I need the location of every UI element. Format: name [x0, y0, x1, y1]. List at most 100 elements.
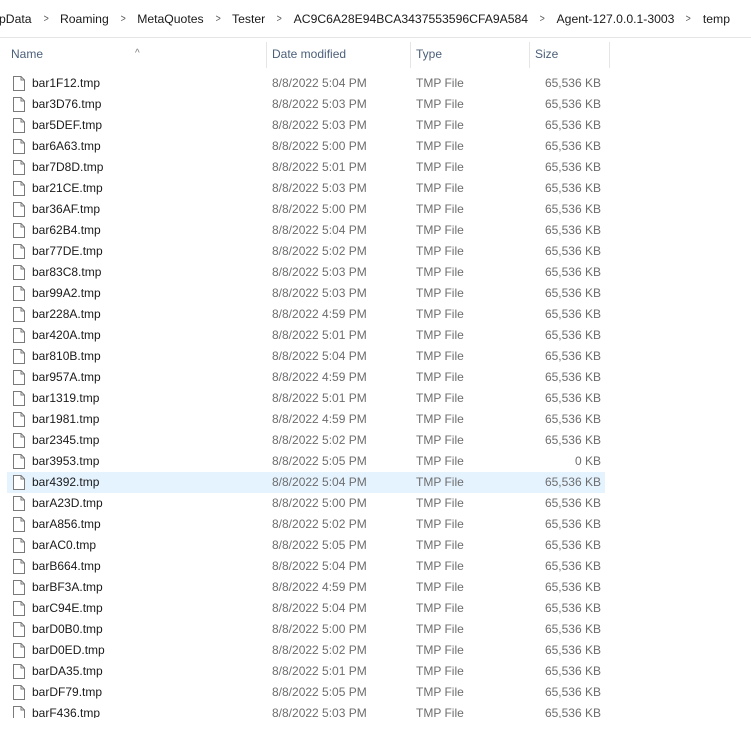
file-type: TMP File: [416, 118, 464, 132]
file-type: TMP File: [416, 223, 464, 237]
breadcrumb-item[interactable]: MetaQuotes: [135, 12, 205, 26]
file-type: TMP File: [416, 286, 464, 300]
file-row[interactable]: barC94E.tmp 8/8/2022 5:04 PM TMP File 65,53…: [7, 598, 605, 619]
file-size: 65,536 KB: [544, 307, 601, 321]
file-size: 65,536 KB: [544, 160, 601, 174]
file-size: 65,536 KB: [544, 412, 601, 426]
file-date-modified: 8/8/2022 5:03 PM: [272, 97, 367, 111]
file-row[interactable]: barA23D.tmp 8/8/2022 5:00 PM TMP File 65,53…: [7, 493, 605, 514]
file-date-modified: 8/8/2022 5:03 PM: [272, 181, 367, 195]
file-row[interactable]: bar3D76.tmp 8/8/2022 5:03 PM TMP File 65,53…: [7, 94, 605, 115]
chevron-right-icon[interactable]: >: [277, 13, 282, 25]
file-icon: [13, 244, 25, 259]
file-name: bar83C8.tmp: [32, 265, 102, 279]
file-row[interactable]: barBF3A.tmp 8/8/2022 4:59 PM TMP File 65,53…: [7, 577, 605, 598]
file-size: 65,536 KB: [544, 538, 601, 552]
file-type: TMP File: [416, 580, 464, 594]
address-bar-breadcrumb[interactable]: pData > Roaming > MetaQuotes > Tester > AC9C6A28…: [0, 0, 751, 38]
file-row[interactable]: barD0ED.tmp 8/8/2022 5:02 PM TMP File 65,53…: [7, 640, 605, 661]
breadcrumb-item[interactable]: Roaming: [58, 12, 111, 26]
file-row[interactable]: bar1319.tmp 8/8/2022 5:01 PM TMP File 65,53…: [7, 388, 605, 409]
file-type: TMP File: [416, 706, 464, 718]
file-row[interactable]: bar1F12.tmp 8/8/2022 5:04 PM TMP File 65,53…: [7, 73, 605, 94]
file-row[interactable]: bar420A.tmp 8/8/2022 5:01 PM TMP File 65,53…: [7, 325, 605, 346]
file-icon: [13, 223, 25, 238]
file-icon: [13, 412, 25, 427]
file-name: barA23D.tmp: [32, 496, 103, 510]
file-row[interactable]: bar77DE.tmp 8/8/2022 5:02 PM TMP File 65,53…: [7, 241, 605, 262]
file-icon: [13, 265, 25, 280]
file-row[interactable]: barD0B0.tmp 8/8/2022 5:00 PM TMP File 65,53…: [7, 619, 605, 640]
file-size: 65,536 KB: [544, 349, 601, 363]
column-header-date[interactable]: Date modified: [266, 38, 410, 70]
file-row[interactable]: bar99A2.tmp 8/8/2022 5:03 PM TMP File 65,53…: [7, 283, 605, 304]
file-date-modified: 8/8/2022 5:00 PM: [272, 496, 367, 510]
file-row[interactable]: bar957A.tmp 8/8/2022 4:59 PM TMP File 65,53…: [7, 367, 605, 388]
file-type: TMP File: [416, 139, 464, 153]
file-row[interactable]: bar810B.tmp 8/8/2022 5:04 PM TMP File 65,53…: [7, 346, 605, 367]
file-name: bar62B4.tmp: [32, 223, 101, 237]
file-size: 65,536 KB: [544, 433, 601, 447]
file-row[interactable]: bar3953.tmp 8/8/2022 5:05 PM TMP File 0 KB: [7, 451, 605, 472]
file-row[interactable]: bar4392.tmp 8/8/2022 5:04 PM TMP File 65,53…: [7, 472, 605, 493]
column-header-size[interactable]: Size: [529, 38, 609, 70]
breadcrumb-item[interactable]: pData: [0, 12, 34, 26]
file-row[interactable]: barB664.tmp 8/8/2022 5:04 PM TMP File 65,53…: [7, 556, 605, 577]
file-size: 65,536 KB: [544, 622, 601, 636]
file-icon: [13, 118, 25, 133]
file-size: 65,536 KB: [544, 370, 601, 384]
column-header-name[interactable]: Name ^: [5, 38, 265, 70]
file-name: barF436.tmp: [32, 706, 101, 718]
file-name: barAC0.tmp: [32, 538, 97, 552]
file-list[interactable]: bar1F12.tmp 8/8/2022 5:04 PM TMP File 65,53…: [0, 72, 751, 718]
file-row[interactable]: bar62B4.tmp 8/8/2022 5:04 PM TMP File 65,53…: [7, 220, 605, 241]
breadcrumb-item[interactable]: temp: [701, 12, 732, 26]
breadcrumb-item[interactable]: Tester: [230, 12, 267, 26]
file-row[interactable]: bar6A63.tmp 8/8/2022 5:00 PM TMP File 65,53…: [7, 136, 605, 157]
file-row[interactable]: barA856.tmp 8/8/2022 5:02 PM TMP File 65,53…: [7, 514, 605, 535]
file-size: 65,536 KB: [544, 601, 601, 615]
file-row[interactable]: bar2345.tmp 8/8/2022 5:02 PM TMP File 65,53…: [7, 430, 605, 451]
file-row[interactable]: barDA35.tmp 8/8/2022 5:01 PM TMP File 65,53…: [7, 661, 605, 682]
chevron-right-icon[interactable]: >: [540, 13, 545, 25]
column-header-name-label: Name: [11, 47, 44, 61]
file-row[interactable]: bar7D8D.tmp 8/8/2022 5:01 PM TMP File 65,53…: [7, 157, 605, 178]
file-type: TMP File: [416, 244, 464, 258]
column-header-row: Name ^ Date modified Type Size: [0, 38, 751, 70]
file-row[interactable]: barF436.tmp 8/8/2022 5:03 PM TMP File 65,53…: [7, 703, 605, 718]
file-type: TMP File: [416, 496, 464, 510]
file-type: TMP File: [416, 664, 464, 678]
chevron-right-icon[interactable]: >: [686, 13, 691, 25]
file-row[interactable]: bar21CE.tmp 8/8/2022 5:03 PM TMP File 65,53…: [7, 178, 605, 199]
sort-ascending-icon: ^: [135, 48, 140, 59]
file-date-modified: 8/8/2022 5:03 PM: [272, 118, 367, 132]
file-name: barDA35.tmp: [32, 664, 103, 678]
file-size: 65,536 KB: [544, 286, 601, 300]
file-name: barDF79.tmp: [32, 685, 103, 699]
column-header-date-label: Date modified: [272, 47, 347, 61]
file-row[interactable]: bar36AF.tmp 8/8/2022 5:00 PM TMP File 65,53…: [7, 199, 605, 220]
chevron-right-icon[interactable]: >: [215, 13, 220, 25]
file-icon: [13, 517, 25, 532]
file-row[interactable]: barAC0.tmp 8/8/2022 5:05 PM TMP File 65,536…: [7, 535, 605, 556]
file-type: TMP File: [416, 307, 464, 321]
file-row[interactable]: bar1981.tmp 8/8/2022 4:59 PM TMP File 65,53…: [7, 409, 605, 430]
column-header-type[interactable]: Type: [410, 38, 529, 70]
chevron-right-icon[interactable]: >: [43, 13, 48, 25]
file-icon: [13, 664, 25, 679]
file-row[interactable]: bar228A.tmp 8/8/2022 4:59 PM TMP File 65,53…: [7, 304, 605, 325]
file-date-modified: 8/8/2022 5:01 PM: [272, 391, 367, 405]
breadcrumb-item[interactable]: Agent-127.0.0.1-3003: [555, 12, 677, 26]
breadcrumb-item[interactable]: AC9C6A28E94BCA3437553596CFA9A584: [292, 12, 530, 26]
chevron-right-icon[interactable]: >: [120, 13, 125, 25]
file-size: 65,536 KB: [544, 181, 601, 195]
file-size: 65,536 KB: [544, 559, 601, 573]
file-name: barC94E.tmp: [32, 601, 103, 615]
column-divider[interactable]: [609, 42, 610, 68]
file-row[interactable]: barDF79.tmp 8/8/2022 5:05 PM TMP File 65,53…: [7, 682, 605, 703]
file-icon: [13, 454, 25, 469]
file-type: TMP File: [416, 517, 464, 531]
file-row[interactable]: bar83C8.tmp 8/8/2022 5:03 PM TMP File 65,53…: [7, 262, 605, 283]
file-row[interactable]: bar5DEF.tmp 8/8/2022 5:03 PM TMP File 65,53…: [7, 115, 605, 136]
file-date-modified: 8/8/2022 5:04 PM: [272, 223, 367, 237]
